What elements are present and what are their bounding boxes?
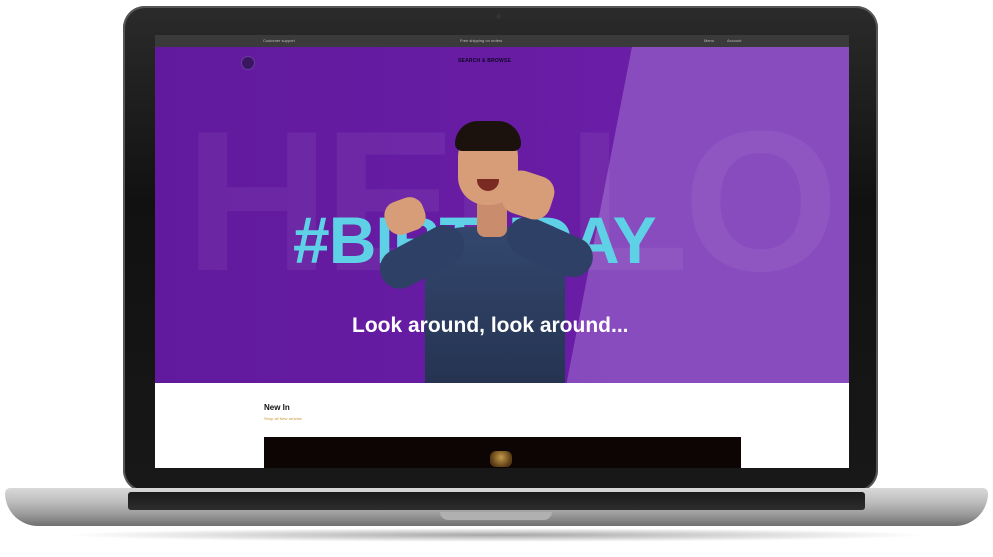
section-title: New In xyxy=(264,403,290,412)
new-in-section: New In Shop all New arrivals xyxy=(155,383,849,468)
search-browse-link[interactable]: SEARCH & BROWSE xyxy=(458,58,511,64)
site-header: SEARCH & BROWSE xyxy=(155,47,849,79)
menu-link[interactable]: Menu xyxy=(704,38,714,43)
product-card[interactable] xyxy=(264,437,741,468)
hero-subheadline: Look around, look around... xyxy=(352,314,629,337)
hero-person-image xyxy=(372,87,600,383)
hero-banner: HELLO #BIRTHDAY Look around, look around… xyxy=(155,47,849,383)
keyboard xyxy=(128,492,865,510)
shop-new-arrivals-link[interactable]: Shop all New arrivals xyxy=(264,416,302,421)
trackpad-notch xyxy=(440,512,552,520)
customer-support-link[interactable]: Customer support xyxy=(263,38,295,43)
person-hair xyxy=(455,121,521,151)
top-bar: Customer support Free shipping on orders… xyxy=(155,35,849,47)
shipping-message: Free shipping on orders xyxy=(460,38,503,43)
person-left-hand xyxy=(380,193,430,239)
account-link[interactable]: Account xyxy=(727,38,741,43)
laptop-screen: HELLO #BIRTHDAY Look around, look around… xyxy=(155,35,849,468)
laptop-shadow xyxy=(60,528,933,542)
product-thumbnail[interactable] xyxy=(490,451,512,467)
logo-icon[interactable] xyxy=(241,56,255,70)
camera-icon xyxy=(496,14,501,19)
